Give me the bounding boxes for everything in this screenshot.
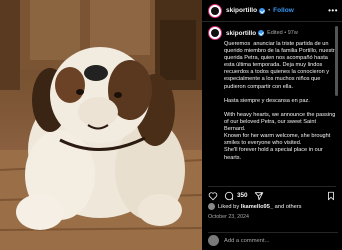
liker-avatar <box>208 203 215 210</box>
liked-by-suffix[interactable]: and others <box>275 204 302 210</box>
follow-button[interactable]: Follow <box>273 7 294 14</box>
edited-label: Edited • 97w <box>267 30 298 36</box>
post-date: October 23, 2024 <box>208 214 249 220</box>
comment-icon <box>224 191 234 200</box>
save-button[interactable] <box>326 191 336 201</box>
caption-section[interactable]: skiportillo Edited • 97w Queremos anunci… <box>208 26 338 182</box>
caption-verified-icon <box>258 30 265 36</box>
comment-input[interactable]: Add a comment... <box>224 238 269 244</box>
post-header: skiportillo • Follow ••• <box>202 0 342 22</box>
caption-scrollbar[interactable] <box>335 26 338 96</box>
caption-header: skiportillo Edited • 97w <box>208 26 338 40</box>
liked-by-prefix: Liked by <box>218 203 240 210</box>
comment-row: Add a comment... <box>208 232 338 246</box>
more-options-icon[interactable]: ••• <box>328 6 338 15</box>
post-detail-panel: skiportillo • Follow ••• skiportillo Edi… <box>202 0 342 250</box>
comment-button[interactable]: 350 <box>224 191 248 201</box>
verified-badge-icon <box>259 7 266 14</box>
liked-by-user[interactable]: lkamello95_ <box>241 204 273 210</box>
saint-bernard-photo <box>0 0 202 250</box>
caption-text: Queremos anunciar la triste partida de u… <box>224 41 338 161</box>
liked-by-line[interactable]: Liked by lkamello95_ and others <box>208 203 338 210</box>
share-button[interactable] <box>254 191 264 201</box>
separator-dot: • <box>268 7 271 14</box>
header-username[interactable]: skiportillo <box>226 7 257 14</box>
caption-username[interactable]: skiportillo <box>226 30 256 37</box>
current-user-avatar <box>208 235 219 246</box>
likes-count: 350 <box>237 192 248 199</box>
post-photo <box>0 0 202 250</box>
action-bar: 350 <box>208 186 336 200</box>
like-button[interactable] <box>208 191 218 201</box>
caption-avatar[interactable] <box>208 26 222 40</box>
caption-fade <box>208 162 338 182</box>
profile-avatar[interactable] <box>208 3 222 18</box>
bookmark-icon <box>328 191 334 200</box>
share-icon <box>254 191 263 200</box>
heart-icon <box>208 191 218 200</box>
